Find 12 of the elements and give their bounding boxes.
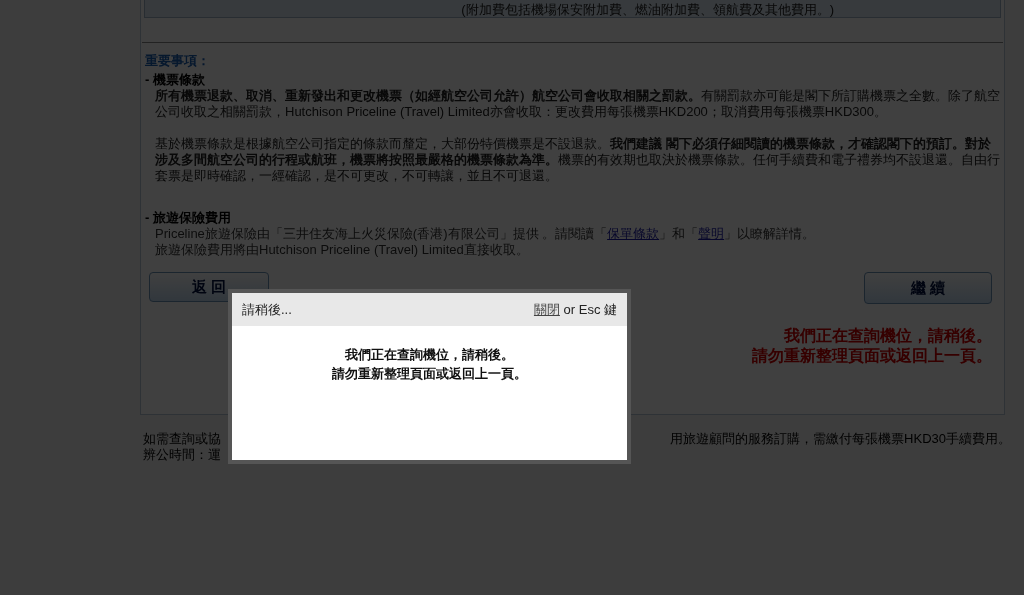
policy-link[interactable]: 保單條款 bbox=[607, 226, 660, 241]
close-link[interactable]: 關閉 bbox=[533, 299, 560, 320]
status-message: 我們正在查詢機位，請稍後。 bbox=[784, 326, 992, 346]
dialog-message: 我們正在查詢機位，請稍後。 bbox=[345, 346, 514, 364]
close-hint: or Esc 鍵 bbox=[562, 300, 617, 319]
statement-link[interactable]: 聲明 bbox=[698, 226, 725, 241]
status-message: 請勿重新整理頁面或返回上一頁。 bbox=[752, 346, 992, 366]
section-title: - 機票條款 bbox=[145, 72, 206, 88]
dialog-message: 請勿重新整理頁面或返回上一頁。 bbox=[332, 365, 527, 383]
dialog-title: 請稍後... bbox=[242, 300, 292, 319]
section-title: - 旅遊保險費用 bbox=[145, 210, 232, 226]
notice-heading: 重要事項： bbox=[145, 53, 211, 69]
